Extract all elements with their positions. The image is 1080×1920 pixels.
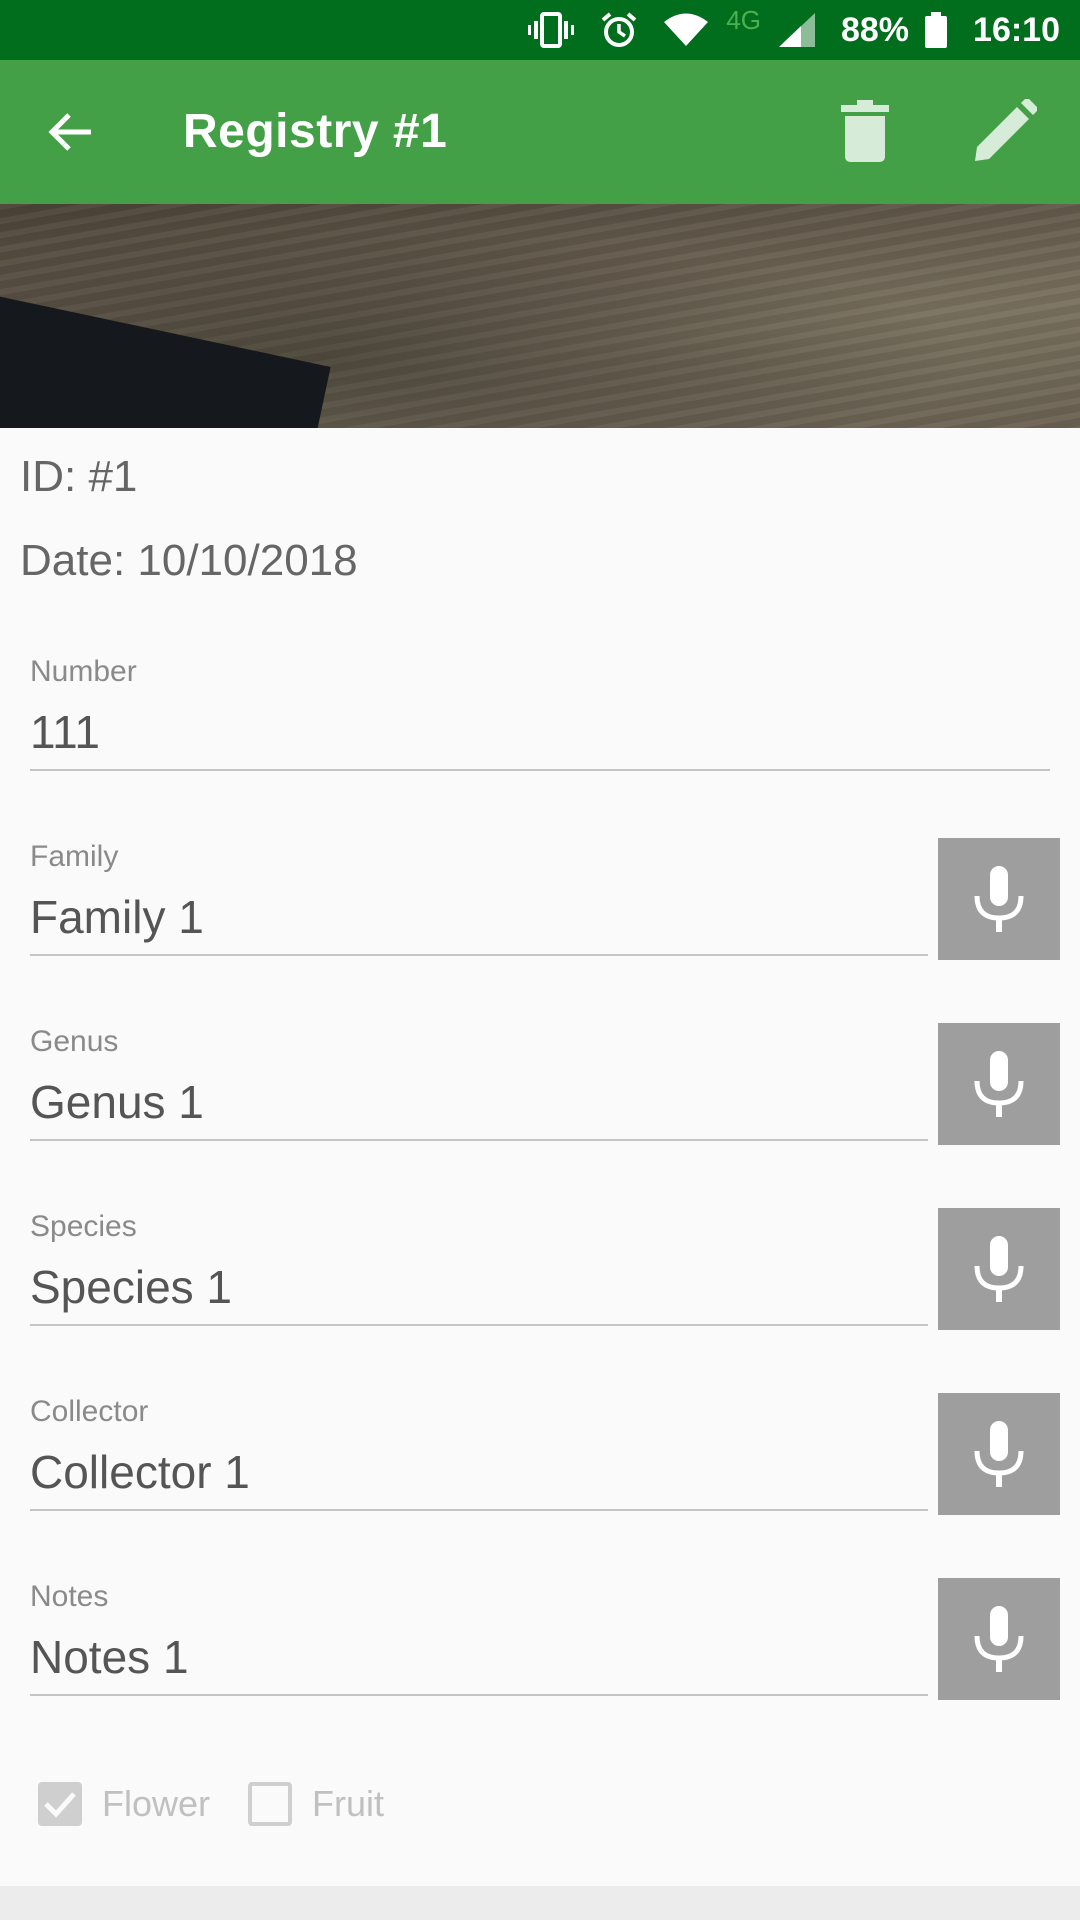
wifi-icon — [664, 13, 709, 47]
alarm-icon — [600, 11, 638, 49]
cell-signal-icon — [778, 13, 815, 47]
genus-input[interactable]: Genus 1 — [30, 1075, 204, 1129]
trash-icon — [841, 100, 889, 162]
number-input[interactable]: 111 — [30, 705, 100, 759]
back-button[interactable] — [40, 102, 100, 162]
collector-mic-button[interactable] — [938, 1393, 1060, 1515]
check-icon — [44, 1792, 76, 1818]
notes-underline — [30, 1694, 928, 1696]
flower-checkbox-label: Flower — [102, 1783, 211, 1824]
genus-mic-button[interactable] — [938, 1023, 1060, 1145]
edit-button[interactable] — [970, 96, 1040, 166]
number-label: Number — [30, 655, 137, 688]
vibrate-icon — [528, 12, 575, 48]
fruit-checkbox[interactable]: Fruit — [248, 1782, 384, 1826]
microphone-icon — [974, 1606, 1024, 1672]
photo-shadow — [0, 292, 331, 428]
notes-field[interactable]: Notes Notes 1 — [30, 1580, 928, 1700]
number-underline — [30, 769, 1050, 771]
number-field[interactable]: Number 111 — [30, 655, 1050, 775]
microphone-icon — [974, 1051, 1024, 1117]
collector-input[interactable]: Collector 1 — [30, 1445, 250, 1499]
family-input[interactable]: Family 1 — [30, 890, 204, 944]
microphone-icon — [974, 1421, 1024, 1487]
genus-field[interactable]: Genus Genus 1 — [30, 1025, 928, 1145]
collector-underline — [30, 1509, 928, 1511]
pencil-icon — [975, 99, 1037, 161]
microphone-icon — [974, 866, 1024, 932]
delete-button[interactable] — [830, 96, 900, 166]
genus-label: Genus — [30, 1025, 119, 1058]
registry-date: Date: 10/10/2018 — [20, 536, 358, 585]
checkbox-row: Flower Fruit — [38, 1782, 422, 1826]
status-bar: 4G 88% 16:10 — [0, 0, 1080, 60]
notes-label: Notes — [30, 1580, 109, 1613]
app-bar: Registry #1 — [0, 60, 1080, 204]
genus-underline — [30, 1139, 928, 1141]
bottom-strip — [0, 1886, 1080, 1920]
notes-mic-button[interactable] — [938, 1578, 1060, 1700]
battery-icon — [925, 12, 948, 48]
family-label: Family — [30, 840, 119, 873]
family-field[interactable]: Family Family 1 — [30, 840, 928, 960]
notes-input[interactable]: Notes 1 — [30, 1630, 189, 1684]
species-mic-button[interactable] — [938, 1208, 1060, 1330]
battery-percent: 88% — [840, 10, 910, 49]
flower-checkbox-box[interactable] — [38, 1782, 82, 1826]
species-input[interactable]: Species 1 — [30, 1260, 232, 1314]
family-mic-button[interactable] — [938, 838, 1060, 960]
species-label: Species — [30, 1210, 137, 1243]
microphone-icon — [974, 1236, 1024, 1302]
flower-checkbox[interactable]: Flower — [38, 1782, 210, 1826]
page-title: Registry #1 — [183, 105, 448, 158]
collector-field[interactable]: Collector Collector 1 — [30, 1395, 928, 1515]
collector-label: Collector — [30, 1395, 149, 1428]
species-field[interactable]: Species Species 1 — [30, 1210, 928, 1330]
fruit-checkbox-label: Fruit — [312, 1783, 385, 1824]
species-underline — [30, 1324, 928, 1326]
fruit-checkbox-box[interactable] — [248, 1782, 293, 1826]
network-type-label: 4G — [726, 4, 761, 35]
family-underline — [30, 954, 928, 956]
clock: 16:10 — [973, 10, 1060, 49]
registry-id: ID: #1 — [20, 452, 138, 501]
back-arrow-icon — [48, 113, 91, 151]
specimen-photo — [0, 204, 1080, 428]
